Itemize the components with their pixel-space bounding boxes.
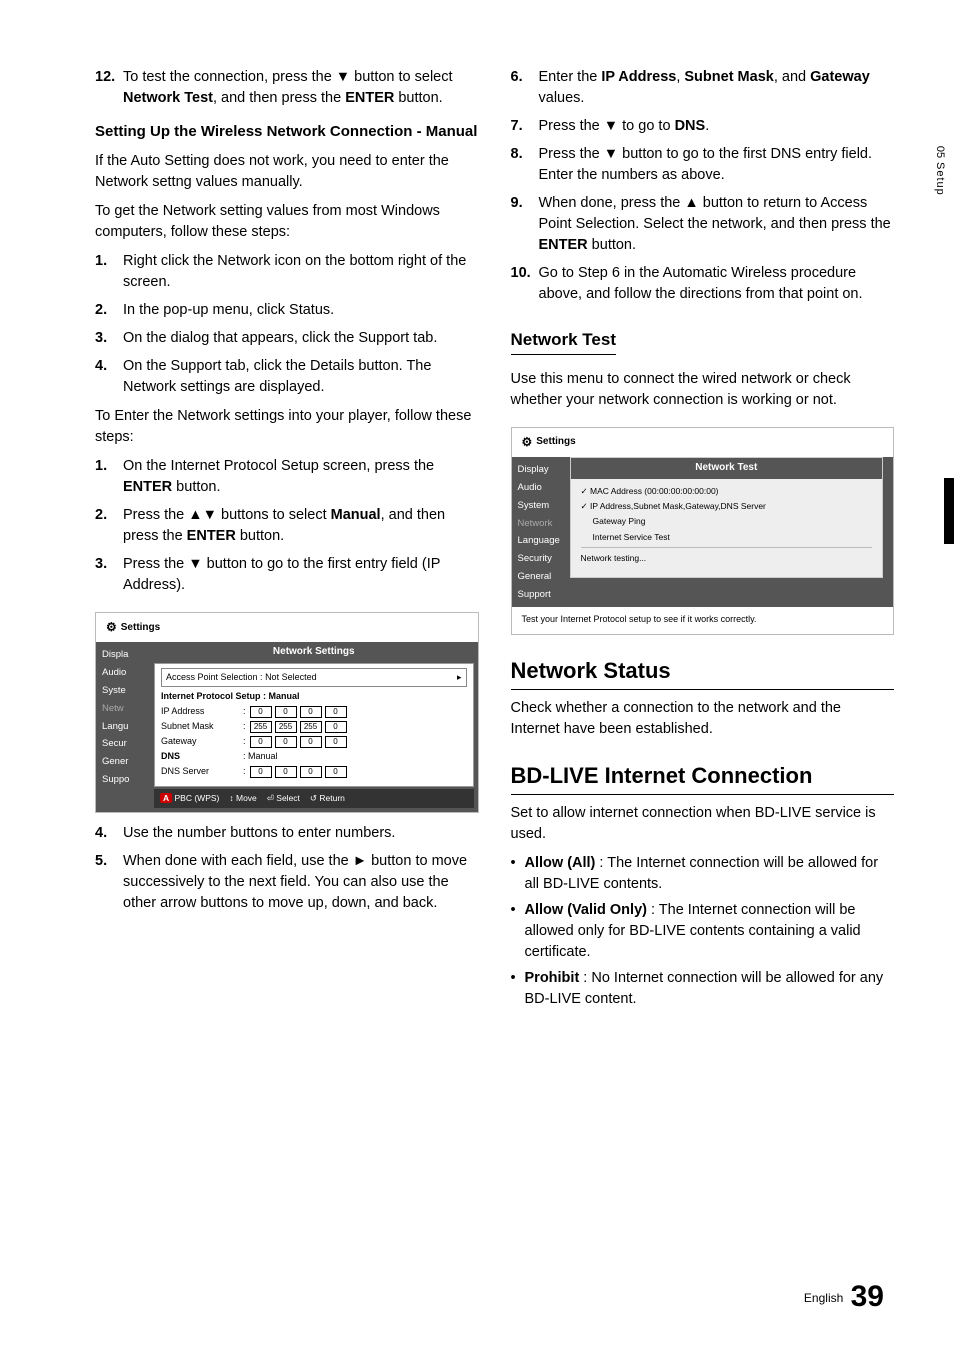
stepR-10: 10. Go to Step 6 in the Automatic Wirele… [511,263,895,305]
ip-row: Gateway:0000 [161,735,467,748]
left-column: 12. To test the connection, press the ▼ … [95,60,479,1015]
right-column: 6. Enter the IP Address, Subnet Mask, an… [511,60,895,1015]
stepC: 5.When done with each field, use the ► b… [95,851,479,914]
subheading-manual: Setting Up the Wireless Network Connecti… [95,121,479,143]
nt-popup: Network Test MAC Address (00:00:00:00:00… [570,457,884,578]
stepB-3: 3. Press the ▼ button to go to the first… [95,554,479,596]
gear-icon: ⚙ [522,434,533,451]
sidebar-item[interactable]: Audio [512,479,570,497]
step-12: 12. To test the connection, press the ▼ … [95,67,479,109]
para-get-values: To get the Network setting values from m… [95,201,479,243]
octet-box[interactable]: 0 [250,706,272,718]
bd-item: •Allow (All) : The Internet connection w… [511,853,895,895]
sidebar-item[interactable]: Gener [96,753,154,771]
sidebar-item[interactable]: Support [512,586,570,604]
ip-row: IP Address:0000 [161,705,467,718]
panel-title: Network Settings [154,642,474,663]
stepR-7: 7. Press the ▼ to go to DNS. [511,116,895,137]
ui-button-bar: A PBC (WPS) ↕ Move ⏎ Select ↺ Return [154,789,474,807]
aps-row[interactable]: Access Point Selection : Not Selected ▸ [161,668,467,687]
chevron-right-icon: ▸ [457,671,462,684]
para-enter-settings: To Enter the Network settings into your … [95,406,479,448]
octet-box[interactable]: 0 [275,706,297,718]
octet-box[interactable]: 0 [250,766,272,778]
stepR-9: 9. When done, press the ▲ button to retu… [511,193,895,256]
page-number: 39 [851,1280,884,1313]
ui-network-test: ⚙ Settings DisplayAudioSystemNetworkLang… [511,427,895,636]
ui-sidebar: DisplaAudioSysteNetwLanguSecurGenerSuppo [96,642,154,811]
octet-box[interactable]: 0 [275,766,297,778]
sidebar-item[interactable]: Langu [96,718,154,736]
bd-item: •Allow (Valid Only) : The Internet conne… [511,900,895,963]
octet-box[interactable]: 0 [250,736,272,748]
para-auto-fail: If the Auto Setting does not work, you n… [95,151,479,193]
stepA: 4.On the Support tab, click the Details … [95,356,479,398]
octet-box[interactable]: 0 [325,721,347,733]
sidebar-item[interactable]: System [512,497,570,515]
sidebar-item[interactable]: Syste [96,682,154,700]
sidebar-item[interactable]: Display [512,461,570,479]
octet-box[interactable]: 0 [325,766,347,778]
ips-row: Internet Protocol Setup : Manual [161,690,467,703]
octet-box[interactable]: 255 [275,721,297,733]
ui-title: Settings [121,621,160,636]
bdlive-desc: Set to allow internet connection when BD… [511,803,895,845]
octet-box[interactable]: 0 [275,736,297,748]
nt-title: Network Test [571,458,883,479]
stepA: 1.Right click the Network icon on the bo… [95,251,479,293]
nt-line: Internet Service Test [581,531,873,543]
sidebar-item[interactable]: Audio [96,664,154,682]
select-hint: ⏎ Select [267,792,300,804]
red-a-icon[interactable]: A [160,793,172,803]
dns-row: DNS : Manual [161,750,467,763]
ui-head-2: ⚙ Settings [512,428,894,457]
stepC: 4.Use the number buttons to enter number… [95,823,479,844]
nt-note: Test your Internet Protocol setup to see… [512,607,894,634]
gear-icon: ⚙ [106,619,117,636]
stepR-8: 8. Press the ▼ button to go to the first… [511,144,895,186]
ui-network-settings: ⚙ Settings DisplaAudioSysteNetwLanguSecu… [95,612,479,813]
heading-network-test: Network Test [511,328,617,355]
sidebar-item[interactable]: Suppo [96,771,154,789]
ui-popup: Access Point Selection : Not Selected ▸ … [154,663,474,787]
nt-line: IP Address,Subnet Mask,Gateway,DNS Serve… [581,500,873,512]
stepR-6: 6. Enter the IP Address, Subnet Mask, an… [511,67,895,109]
stepA: 2.In the pop-up menu, click Status. [95,300,479,321]
page-footer: English 39 [804,1280,884,1314]
page-content: 12. To test the connection, press the ▼ … [0,0,954,1055]
octet-box[interactable]: 255 [300,721,322,733]
bd-item: •Prohibit : No Internet connection will … [511,968,895,1010]
octet-box[interactable]: 255 [250,721,272,733]
sidebar-item[interactable]: Secur [96,735,154,753]
sidebar-item[interactable]: Netw [96,700,154,718]
return-hint: ↺ Return [310,792,345,804]
octet-box[interactable]: 0 [300,766,322,778]
sidebar-item[interactable]: Network [512,515,570,533]
footer-lang: English [804,1291,843,1305]
heading-bdlive: BD-LIVE Internet Connection [511,760,895,795]
octet-box[interactable]: 0 [325,736,347,748]
nt-status: Network testing... [581,552,873,564]
nt-line: Gateway Ping [581,515,873,527]
ui-sidebar-2: DisplayAudioSystemNetworkLanguageSecurit… [512,457,570,607]
ui-title-2: Settings [536,435,575,450]
octet-box[interactable]: 0 [300,706,322,718]
octet-box[interactable]: 0 [300,736,322,748]
sidebar-item[interactable]: Language [512,532,570,550]
network-status-desc: Check whether a connection to the networ… [511,698,895,740]
stepB-2: 2. Press the ▲▼ buttons to select Manual… [95,505,479,547]
stepB-1: 1. On the Internet Protocol Setup screen… [95,456,479,498]
move-hint: ↕ Move [229,792,256,804]
ip-row: Subnet Mask:2552552550 [161,720,467,733]
network-test-desc: Use this menu to connect the wired netwo… [511,369,895,411]
sidebar-item[interactable]: Displa [96,646,154,664]
stepA: 3.On the dialog that appears, click the … [95,328,479,349]
heading-network-status: Network Status [511,655,895,690]
octet-box[interactable]: 0 [325,706,347,718]
ui-head: ⚙ Settings [96,613,478,642]
sidebar-item[interactable]: Security [512,550,570,568]
nt-line: MAC Address (00:00:00:00:00:00) [581,485,873,497]
dns-server-row: DNS Server : 0000 [161,765,467,778]
sidebar-item[interactable]: General [512,568,570,586]
